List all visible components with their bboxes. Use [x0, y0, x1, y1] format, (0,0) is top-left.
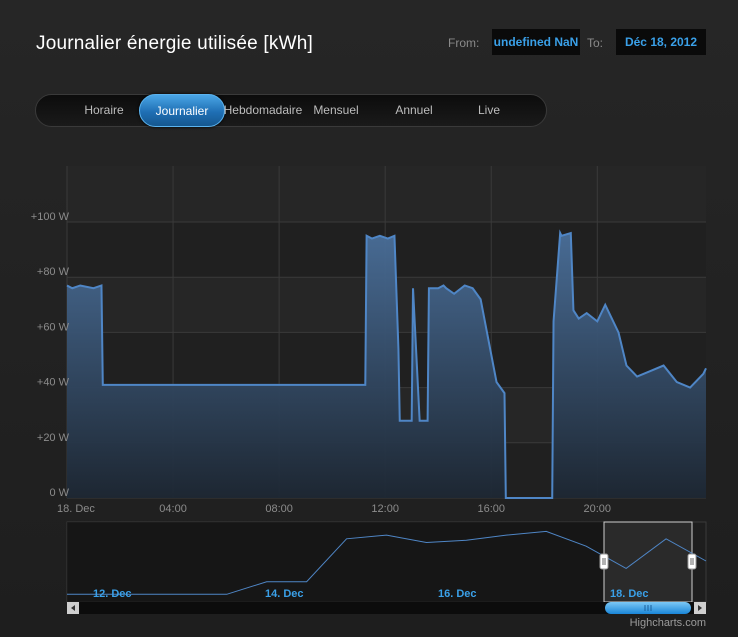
- y-tick-label: +60 W: [37, 321, 70, 333]
- x-tick-label: 12:00: [371, 503, 399, 515]
- y-tick-label: +40 W: [37, 377, 70, 389]
- y-tick-label: +80 W: [37, 266, 70, 278]
- highcharts-credits-link[interactable]: Highcharts.com: [630, 617, 706, 629]
- navigator-label: 16. Dec: [438, 588, 477, 600]
- navigator-handle-left[interactable]: [599, 553, 609, 570]
- x-tick-label: 20:00: [584, 503, 612, 515]
- x-tick-label: 16:00: [477, 503, 505, 515]
- energy-chart: 0 W +20 W +40 W +60 W +80 W +100 W 18. Dec 04:…: [31, 166, 707, 614]
- navigator-label: 12. Dec: [93, 588, 132, 600]
- scrollbar-right-arrow[interactable]: [694, 602, 706, 614]
- scrollbar-thumb[interactable]: [605, 602, 691, 614]
- y-tick-label: +20 W: [37, 432, 70, 444]
- y-tick-label: +100 W: [31, 211, 70, 223]
- x-tick-label: 08:00: [265, 503, 293, 515]
- y-tick-label: 0 W: [49, 487, 69, 499]
- navigator-handle-right[interactable]: [687, 553, 697, 570]
- x-tick-label: 18. Dec: [57, 503, 95, 515]
- x-tick-label: 04:00: [159, 503, 187, 515]
- navigator-label: 18. Dec: [610, 588, 649, 600]
- scrollbar-left-arrow[interactable]: [67, 602, 79, 614]
- navigator-label: 14. Dec: [265, 588, 304, 600]
